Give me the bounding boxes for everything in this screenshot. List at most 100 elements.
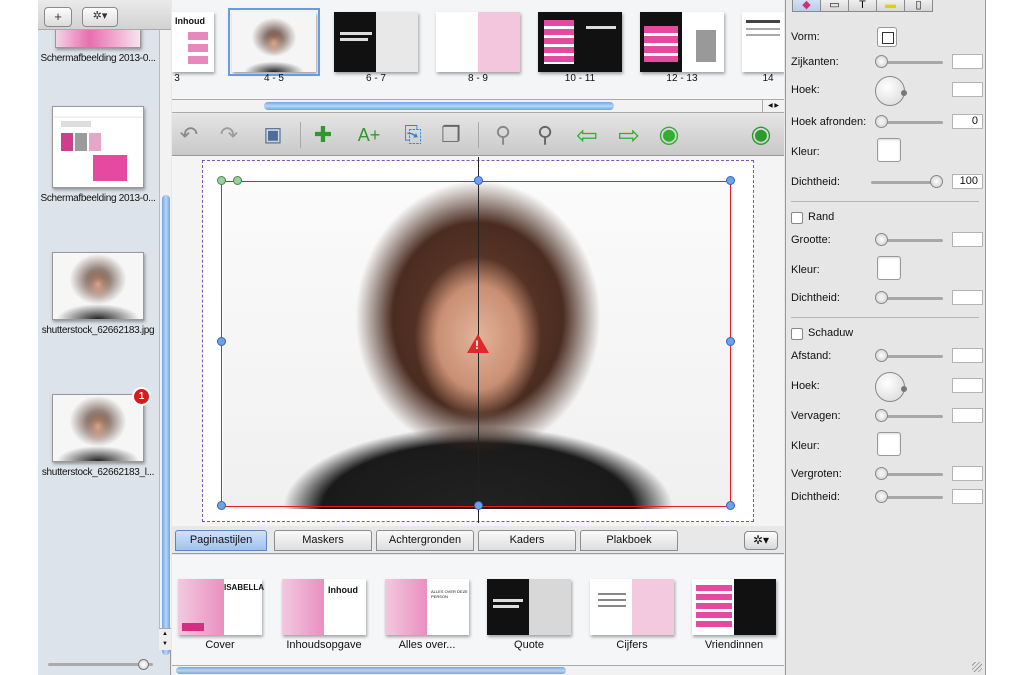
vervagen-field[interactable] bbox=[952, 408, 983, 423]
shape-picker[interactable] bbox=[877, 27, 897, 47]
text-icon[interactable]: T bbox=[848, 0, 877, 12]
page-thumbnail[interactable] bbox=[334, 12, 418, 72]
color-icon[interactable]: ◆ bbox=[792, 0, 821, 12]
page-icon[interactable]: ▯ bbox=[904, 0, 933, 12]
tabs-gear-button[interactable]: ✲▾ bbox=[744, 531, 778, 550]
scroll-arrows[interactable]: ◀ ▶ bbox=[762, 100, 784, 113]
tab-maskers[interactable]: Maskers bbox=[274, 530, 372, 551]
frame-icon[interactable]: ▭ bbox=[820, 0, 849, 12]
scroll-thumb[interactable] bbox=[264, 102, 614, 110]
page-thumbnail[interactable]: Inhoud bbox=[172, 12, 214, 72]
scroll-thumb[interactable] bbox=[162, 195, 170, 655]
zijkanten-label: Zijkanten: bbox=[791, 56, 839, 68]
resize-handle[interactable] bbox=[217, 501, 226, 510]
slider-knob[interactable] bbox=[875, 349, 888, 362]
media-item[interactable]: Schermafbeelding 2013-0... bbox=[38, 106, 158, 204]
page-thumbnail[interactable] bbox=[538, 12, 622, 72]
media-list: Schermafbeelding 2013-0... Schermafbeeld… bbox=[38, 30, 158, 630]
previous-page-icon[interactable]: ⇦ bbox=[574, 122, 600, 148]
media-label: shutterstock_62662183.jpg bbox=[41, 325, 155, 336]
hoek-field[interactable] bbox=[952, 82, 983, 97]
redo-icon[interactable]: ↷ bbox=[216, 122, 242, 148]
slider-knob[interactable] bbox=[875, 409, 888, 422]
low-resolution-warning-icon[interactable]: ! bbox=[467, 334, 489, 353]
save-icon[interactable]: ▣ bbox=[260, 122, 286, 148]
page-canvas[interactable]: ! bbox=[172, 156, 784, 526]
slider-knob[interactable] bbox=[138, 659, 149, 670]
page-thumbnail[interactable] bbox=[436, 12, 520, 72]
styles-scrollbar[interactable] bbox=[172, 665, 784, 675]
schaduw-checkbox[interactable] bbox=[791, 328, 803, 340]
resize-handle[interactable] bbox=[726, 176, 735, 185]
slider-knob[interactable] bbox=[875, 55, 888, 68]
style-thumbnail[interactable]: ISABELLA bbox=[178, 579, 264, 635]
next-page-icon[interactable]: ⇨ bbox=[616, 122, 642, 148]
page-title: Inhoud bbox=[175, 16, 205, 26]
page-number: 4 - 5 bbox=[263, 73, 284, 84]
media-item[interactable]: Schermafbeelding 2013-0... bbox=[38, 30, 158, 64]
play-icon[interactable]: ◉ bbox=[656, 122, 682, 148]
tab-plakboek[interactable]: Plakboek bbox=[580, 530, 678, 551]
slider-knob[interactable] bbox=[875, 291, 888, 304]
resize-handle[interactable] bbox=[474, 501, 483, 510]
schaduw-dichtheid-field[interactable] bbox=[952, 489, 983, 504]
zijkanten-field[interactable] bbox=[952, 54, 983, 69]
vergroten-field[interactable] bbox=[952, 466, 983, 481]
media-item[interactable]: shutterstock_62662183.jpg bbox=[38, 252, 158, 336]
add-media-button[interactable]: + bbox=[44, 7, 72, 27]
color-swatch[interactable] bbox=[877, 256, 901, 280]
sidebar-gear-button[interactable]: ✲▾ bbox=[82, 7, 118, 27]
highlight-icon[interactable]: ▬ bbox=[876, 0, 905, 12]
shopping-cart-icon[interactable]: ◉ bbox=[748, 122, 774, 148]
schaduw-hoek-field[interactable] bbox=[952, 378, 983, 393]
grootte-field[interactable] bbox=[952, 232, 983, 247]
tab-paginastijlen[interactable]: Paginastijlen bbox=[175, 530, 267, 551]
style-thumbnail[interactable] bbox=[692, 579, 776, 635]
duplicate-page-icon[interactable]: ❐ bbox=[438, 122, 464, 148]
page-strip-scrollbar[interactable]: ◀ ▶ bbox=[172, 100, 784, 113]
add-text-icon[interactable]: A+ bbox=[356, 122, 382, 148]
page-styles-gallery: ISABELLA Cover Inhoud Inhoudsopgave ALLE… bbox=[172, 555, 784, 665]
style-thumbnail[interactable] bbox=[487, 579, 571, 635]
add-photo-icon[interactable]: ✚ bbox=[310, 122, 336, 148]
rand-checkbox[interactable] bbox=[791, 212, 803, 224]
zoom-in-icon[interactable]: ⚲ bbox=[532, 122, 558, 148]
dichtheid-field[interactable]: 100 bbox=[952, 174, 983, 189]
angle-dial[interactable] bbox=[875, 372, 907, 402]
rand-dichtheid-field[interactable] bbox=[952, 290, 983, 305]
sidebar-scrollbar[interactable] bbox=[159, 30, 171, 655]
page-thumbnail[interactable] bbox=[742, 12, 784, 72]
resize-handle[interactable] bbox=[217, 337, 226, 346]
resize-grip-icon[interactable] bbox=[972, 662, 982, 672]
style-thumbnail[interactable]: ALLES OVER DEZE PERSON bbox=[385, 579, 469, 635]
resize-handle[interactable] bbox=[726, 501, 735, 510]
angle-dial[interactable] bbox=[875, 76, 907, 106]
resize-handle[interactable] bbox=[217, 176, 226, 185]
rotate-handle[interactable] bbox=[233, 176, 242, 185]
undo-icon[interactable]: ↶ bbox=[176, 122, 202, 148]
zoom-out-icon[interactable]: ⚲ bbox=[490, 122, 516, 148]
resize-handle[interactable] bbox=[474, 176, 483, 185]
insert-page-icon[interactable]: ⎘ bbox=[400, 122, 426, 148]
tab-achtergronden[interactable]: Achtergronden bbox=[376, 530, 474, 551]
page-spread[interactable]: ! bbox=[202, 157, 754, 523]
scroll-thumb[interactable] bbox=[176, 667, 566, 674]
style-thumbnail[interactable] bbox=[590, 579, 674, 635]
afstand-field[interactable] bbox=[952, 348, 983, 363]
slider-knob[interactable] bbox=[875, 233, 888, 246]
afstand-label: Afstand: bbox=[791, 350, 832, 362]
style-thumbnail[interactable]: Inhoud bbox=[282, 579, 366, 635]
media-item[interactable]: 1 shutterstock_62662183_l... bbox=[38, 387, 158, 478]
resize-handle[interactable] bbox=[726, 337, 735, 346]
slider-knob[interactable] bbox=[875, 467, 888, 480]
hoek-afronden-field[interactable]: 0 bbox=[952, 114, 983, 129]
slider-knob[interactable] bbox=[875, 490, 888, 503]
slider-knob[interactable] bbox=[875, 115, 888, 128]
slider-knob[interactable] bbox=[930, 175, 943, 188]
color-swatch[interactable] bbox=[877, 432, 901, 456]
page-thumbnail[interactable] bbox=[640, 12, 724, 72]
color-swatch[interactable] bbox=[877, 138, 901, 162]
tab-kaders[interactable]: Kaders bbox=[478, 530, 576, 551]
media-thumbnail bbox=[55, 30, 141, 48]
page-thumbnail-selected[interactable] bbox=[228, 8, 320, 76]
